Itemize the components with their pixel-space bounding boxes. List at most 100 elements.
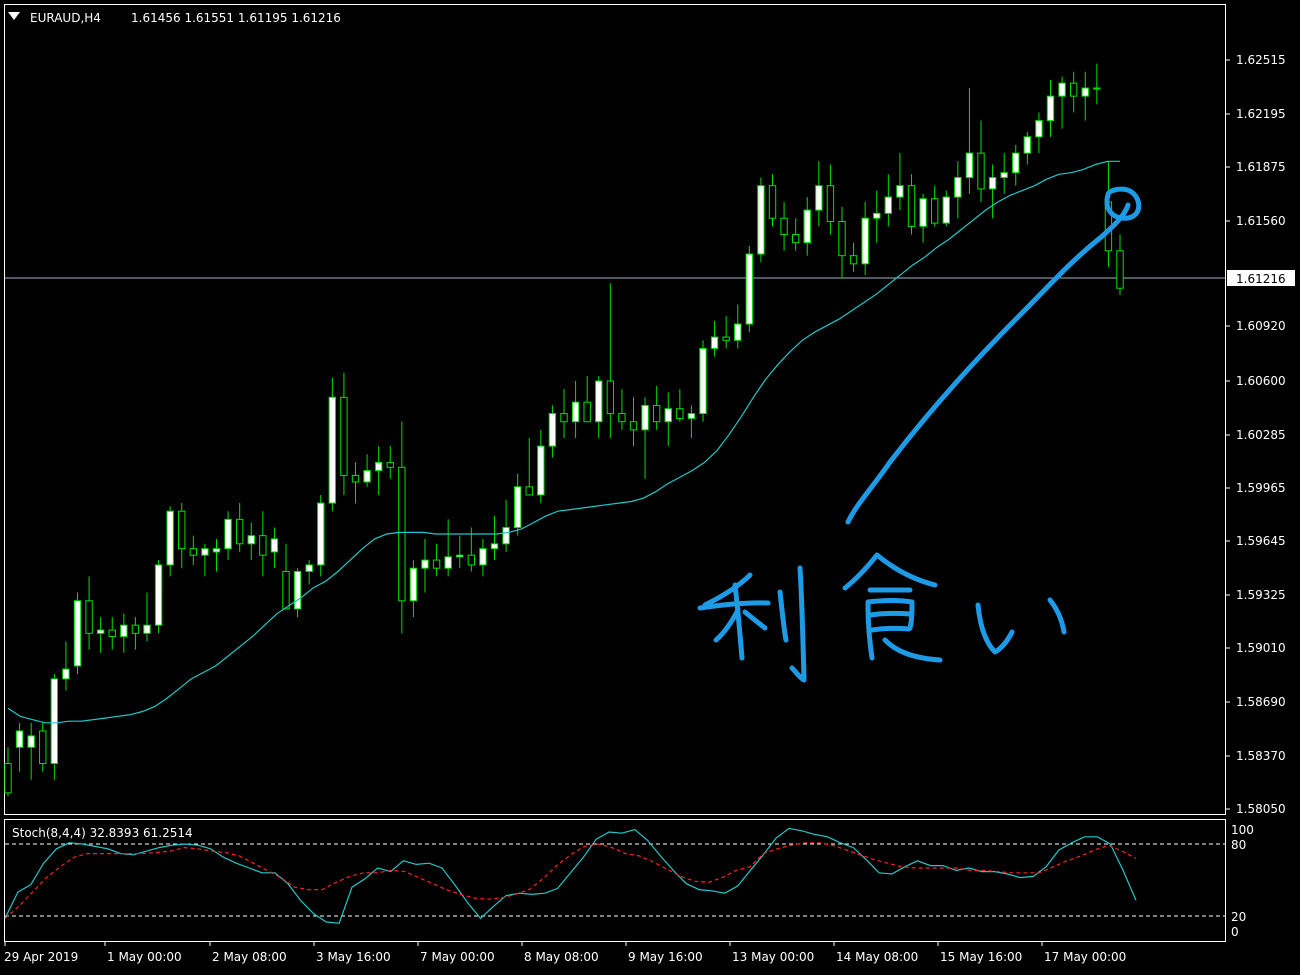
candle-body-bear bbox=[386, 461, 394, 468]
stoch-tick-label: 20 bbox=[1231, 910, 1246, 924]
chart-canvas[interactable]: EURAUD,H4 1.61456 1.61551 1.61195 1.6121… bbox=[0, 0, 1300, 975]
candle-body-bull bbox=[293, 570, 302, 610]
candle-body-bull bbox=[641, 404, 649, 431]
candle-body-bull bbox=[374, 461, 383, 472]
candle-body-bull bbox=[548, 413, 557, 447]
candle-body-bear bbox=[977, 152, 985, 190]
candle-body-bear bbox=[398, 466, 406, 602]
ohlc-label: 1.61456 1.61551 1.61195 1.61216 bbox=[131, 11, 341, 25]
candle-body-bull bbox=[919, 198, 927, 227]
y-tick-label: 1.60600 bbox=[1236, 374, 1286, 388]
candle-body-bull bbox=[942, 196, 950, 224]
candle-body-bull bbox=[27, 735, 35, 748]
y-tick-label: 1.58370 bbox=[1236, 749, 1286, 763]
candle-body-bull bbox=[734, 323, 742, 341]
candle-body-bear bbox=[259, 535, 267, 556]
candle-body-bear bbox=[189, 548, 198, 556]
candle-body-bull bbox=[212, 548, 221, 553]
candle-body-bull bbox=[317, 502, 325, 566]
chart-header: EURAUD,H4 1.61456 1.61551 1.61195 1.6121… bbox=[8, 11, 341, 25]
candle-body-bear bbox=[560, 413, 568, 423]
candle-body-bull bbox=[757, 185, 765, 255]
candle-body-bull bbox=[1023, 136, 1032, 154]
candle-body-bull bbox=[143, 624, 151, 634]
y-tick-label: 1.60920 bbox=[1236, 319, 1286, 333]
y-tick-label: 1.61875 bbox=[1236, 160, 1286, 174]
candle-body-bull bbox=[96, 629, 105, 634]
candle-body-bull bbox=[687, 413, 696, 419]
candle-body-bull bbox=[409, 567, 418, 602]
candle-body-bear bbox=[467, 554, 476, 566]
candle-body-bull bbox=[861, 217, 869, 265]
candle-body-bear bbox=[618, 413, 626, 423]
x-tick-label: 1 May 00:00 bbox=[107, 950, 182, 964]
y-tick-label: 1.62515 bbox=[1236, 53, 1286, 67]
candle-body-bull bbox=[884, 196, 893, 214]
candle-body-bull bbox=[745, 253, 754, 325]
candle-body-bull bbox=[50, 678, 59, 765]
candle-body-bull bbox=[815, 185, 823, 211]
candle-body-bull bbox=[62, 668, 70, 680]
candle-body-bull bbox=[664, 408, 672, 423]
candle-body-bull bbox=[1035, 120, 1043, 138]
candle-body-bear bbox=[768, 185, 777, 219]
x-tick-label: 14 May 08:00 bbox=[836, 950, 918, 964]
candle-body-bull bbox=[595, 380, 603, 423]
x-tick-label: 7 May 00:00 bbox=[420, 950, 495, 964]
candle-body-bear bbox=[340, 396, 348, 476]
candle-body-bear bbox=[85, 600, 93, 634]
candle-body-bull bbox=[965, 152, 974, 179]
candle-body-bull bbox=[1058, 82, 1066, 97]
candle-body-bear bbox=[1116, 250, 1124, 289]
symbol-label: EURAUD,H4 bbox=[30, 11, 101, 25]
candle-body-bear bbox=[838, 220, 846, 257]
candle-body-bull bbox=[479, 548, 487, 566]
x-tick-label: 9 May 16:00 bbox=[628, 950, 703, 964]
x-tick-label: 29 Apr 2019 bbox=[4, 950, 78, 964]
candle-body-bull bbox=[120, 624, 128, 638]
x-tick-label: 8 May 08:00 bbox=[524, 950, 599, 964]
candle-body-bull bbox=[1046, 95, 1055, 122]
candle-body-bull bbox=[502, 527, 510, 545]
candle-body-bull bbox=[988, 177, 997, 190]
y-tick-label: 1.59645 bbox=[1236, 534, 1286, 548]
candle-body-bull bbox=[15, 730, 24, 748]
current-price-label: 1.61216 bbox=[1236, 272, 1286, 286]
candle-body-bear bbox=[432, 559, 441, 569]
chart-background bbox=[0, 0, 1300, 975]
candle-body-bear bbox=[39, 730, 47, 765]
stoch-tick-label: 0 bbox=[1231, 925, 1239, 939]
x-tick-label: 17 May 00:00 bbox=[1044, 950, 1126, 964]
candle-body-bull bbox=[73, 600, 82, 667]
candle-body-bull bbox=[1012, 152, 1020, 174]
stoch-tick-label: 100 bbox=[1231, 823, 1254, 837]
candle-body-bull bbox=[201, 548, 209, 556]
candle-body-bull bbox=[166, 510, 174, 566]
candle-body-bear bbox=[235, 518, 244, 545]
candle-body-bull bbox=[270, 538, 279, 553]
candle-body-bear bbox=[1069, 82, 1078, 97]
candle-body-bull bbox=[328, 396, 337, 504]
candle-body-bull bbox=[456, 554, 464, 558]
candle-body-bear bbox=[907, 185, 916, 227]
candle-body-bear bbox=[676, 408, 684, 419]
candle-body-bear bbox=[351, 474, 360, 483]
candle-body-bull bbox=[571, 401, 580, 423]
x-tick-label: 15 May 16:00 bbox=[940, 950, 1022, 964]
candle-body-bear bbox=[131, 624, 140, 634]
candle-body-bull bbox=[513, 486, 522, 529]
candle-body-bull bbox=[710, 336, 719, 349]
candle-body-bull bbox=[1000, 172, 1008, 179]
y-tick-label: 1.58050 bbox=[1236, 802, 1286, 816]
candle-body-bear bbox=[583, 401, 591, 423]
y-tick-label: 1.59325 bbox=[1236, 588, 1286, 602]
candle-body-bull bbox=[305, 564, 313, 572]
candle-body-bull bbox=[537, 445, 545, 496]
candle-body-bull bbox=[954, 177, 962, 198]
candle-body-bear bbox=[282, 570, 290, 610]
stoch-tick-label: 80 bbox=[1231, 838, 1246, 852]
stoch-label: Stoch(8,4,4) 32.8393 61.2514 bbox=[12, 826, 193, 840]
candle-body-bear bbox=[606, 380, 615, 415]
y-tick-label: 1.59010 bbox=[1236, 641, 1286, 655]
candle-body-bear bbox=[4, 763, 12, 794]
